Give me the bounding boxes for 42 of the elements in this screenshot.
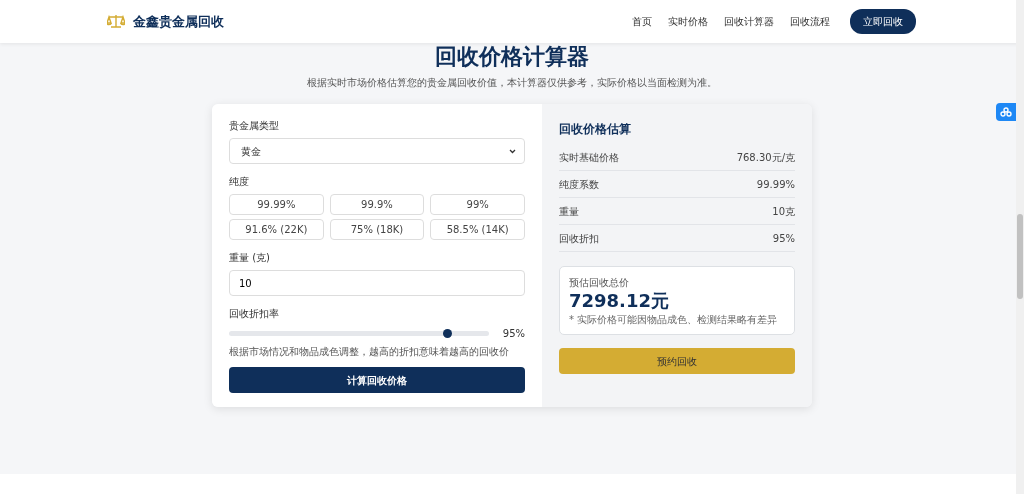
result-label: 实时基础价格 bbox=[559, 151, 619, 165]
field-label: 重量 (克) bbox=[229, 251, 271, 265]
result-value: 99.99% bbox=[756, 178, 795, 192]
scales-icon bbox=[107, 14, 125, 29]
nav-link[interactable]: 回收计算器 bbox=[724, 14, 774, 29]
purity-option[interactable]: 99.9% bbox=[329, 194, 425, 215]
field-label: 贵金属类型 bbox=[229, 119, 280, 133]
purity-option[interactable]: 58.5% (14K) bbox=[430, 219, 525, 240]
result-value: 10克 bbox=[772, 205, 795, 219]
total-price: 7298.12元 bbox=[569, 290, 670, 312]
discount-reading: 95% bbox=[501, 327, 525, 341]
brand-name: 金鑫贵金属回收 bbox=[133, 12, 224, 31]
weight-input[interactable]: 10 bbox=[229, 270, 525, 296]
recycle-button[interactable]: 立即回收 bbox=[850, 9, 916, 34]
price-note: * 实际价格可能因物品成色、检测结果略有差异 bbox=[569, 313, 779, 327]
result-title: 回收价格估算 bbox=[559, 121, 632, 138]
page-subtitle: 根据实时市场价格估算您的贵金属回收价值，本计算器仅供参考，实际价格以当面检测为准。 bbox=[306, 76, 718, 90]
chevron-down-icon bbox=[509, 148, 516, 154]
result-label: 纯度系数 bbox=[559, 178, 599, 192]
purity-option[interactable]: 99% bbox=[430, 194, 525, 215]
purity-option[interactable]: 99.99% bbox=[229, 194, 324, 215]
result-value: 768.30元/克 bbox=[736, 151, 795, 165]
field-label: 纯度 bbox=[229, 175, 250, 189]
discount-hint: 根据市场情况和物品成色调整，越高的折扣意味着越高的回收价 bbox=[229, 345, 510, 359]
result-label: 回收折扣 bbox=[559, 232, 599, 246]
cloud-icon[interactable] bbox=[996, 103, 1016, 121]
book-button[interactable]: 预约回收 bbox=[559, 348, 795, 374]
page-title: 回收价格计算器 bbox=[434, 43, 590, 71]
purity-option[interactable]: 75% (18K) bbox=[329, 219, 425, 240]
calculate-button[interactable]: 计算回收价格 bbox=[229, 367, 525, 393]
nav-link[interactable]: 实时价格 bbox=[668, 14, 708, 29]
nav-link[interactable]: 首页 bbox=[632, 14, 652, 29]
purity-option[interactable]: 91.6% (22K) bbox=[229, 219, 324, 240]
discount-slider[interactable] bbox=[229, 331, 489, 336]
result-value: 95% bbox=[772, 232, 795, 246]
total-label: 预估回收总价 bbox=[569, 276, 630, 290]
result-label: 重量 bbox=[559, 205, 579, 219]
metal-select[interactable]: 黄金 bbox=[229, 138, 525, 164]
slider-thumb[interactable] bbox=[443, 329, 453, 338]
field-label: 回收折扣率 bbox=[229, 307, 280, 321]
nav-link[interactable]: 回收流程 bbox=[790, 14, 830, 29]
scrollbar[interactable] bbox=[1016, 0, 1024, 494]
